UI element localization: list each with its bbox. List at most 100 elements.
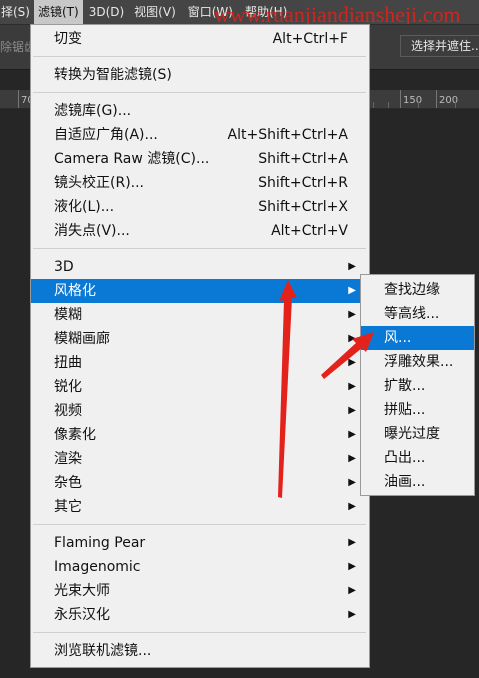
triangle-right-icon: ▶ [348, 477, 356, 488]
menu-item-blur[interactable]: 模糊 ▶ [31, 303, 369, 327]
menu-bar: 择(S) 滤镜(T) 3D(D) 视图(V) 窗口(W) 帮助(H) [0, 0, 479, 24]
menu-item-stylize[interactable]: 风格化 ▶ [31, 279, 369, 303]
triangle-right-icon: ▶ [348, 453, 356, 464]
menu-item-shortcut: Shift+Ctrl+A [258, 151, 348, 167]
submenu-item-label: 扩散... [384, 378, 426, 394]
menu-separator [33, 632, 366, 633]
triangle-right-icon: ▶ [348, 285, 356, 296]
ruler-tick [373, 102, 374, 108]
menu-item-label: 渲染 [54, 451, 82, 467]
menu-item-label: 切变 [54, 31, 82, 47]
menu-item-label: Imagenomic [54, 559, 141, 575]
submenu-item-tiles[interactable]: 拼贴... [361, 398, 474, 422]
menu-item-label: Flaming Pear [54, 535, 146, 551]
menu-item-label: 转换为智能滤镜(S) [54, 67, 172, 83]
menu-item-label: 滤镜库(G)... [54, 103, 132, 119]
menu-item-filter-gallery[interactable]: 滤镜库(G)... [31, 99, 369, 123]
triangle-right-icon: ▶ [348, 333, 356, 344]
submenu-item-label: 浮雕效果... [384, 354, 454, 370]
menu-item-shortcut: Alt+Ctrl+V [271, 223, 348, 239]
triangle-right-icon: ▶ [348, 309, 356, 320]
menu-help[interactable]: 帮助(H) [241, 0, 291, 24]
menu-item-yongle-localization[interactable]: 永乐汉化 ▶ [31, 603, 369, 627]
submenu-item-extrude[interactable]: 凸出... [361, 446, 474, 470]
ruler-tick [436, 90, 437, 108]
menu-item-label: 消失点(V)... [54, 223, 130, 239]
ruler-label: 150 [403, 95, 423, 106]
submenu-item-label: 曝光过度 [384, 426, 440, 442]
menu-item-label: 永乐汉化 [54, 607, 110, 623]
triangle-right-icon: ▶ [348, 585, 356, 596]
submenu-item-diffuse[interactable]: 扩散... [361, 374, 474, 398]
menu-item-shortcut: Shift+Ctrl+X [258, 199, 348, 215]
stylize-submenu: 查找边缘 等高线... 风... 浮雕效果... 扩散... 拼贴... 曝光过… [360, 274, 475, 496]
menu-item-video[interactable]: 视频 ▶ [31, 399, 369, 423]
triangle-right-icon: ▶ [348, 561, 356, 572]
menu-separator [33, 524, 366, 525]
menu-item-label: 3D [54, 259, 74, 275]
triangle-right-icon: ▶ [348, 405, 356, 416]
submenu-item-contour[interactable]: 等高线... [361, 302, 474, 326]
menu-item-light-master[interactable]: 光束大师 ▶ [31, 579, 369, 603]
ruler-tick [400, 90, 401, 108]
menu-item-shortcut: Alt+Ctrl+F [272, 31, 348, 47]
menu-item-browse-online-filters[interactable]: 浏览联机滤镜... [31, 639, 369, 663]
menu-item-distort[interactable]: 扭曲 ▶ [31, 351, 369, 375]
submenu-item-label: 拼贴... [384, 402, 426, 418]
submenu-item-label: 查找边缘 [384, 282, 440, 298]
menu-item-label: 锐化 [54, 379, 82, 395]
menu-item-label: 浏览联机滤镜... [54, 643, 152, 659]
ruler-tick [418, 102, 419, 108]
menu-item-adaptive-wide-angle[interactable]: 自适应广角(A)... Alt+Shift+Ctrl+A [31, 123, 369, 147]
menu-item-label: 扭曲 [54, 355, 82, 371]
menu-window[interactable]: 窗口(W) [184, 0, 237, 24]
menu-item-label: 光束大师 [54, 583, 110, 599]
submenu-item-emboss[interactable]: 浮雕效果... [361, 350, 474, 374]
triangle-right-icon: ▶ [348, 357, 356, 368]
triangle-right-icon: ▶ [348, 429, 356, 440]
menu-item-other[interactable]: 其它 ▶ [31, 495, 369, 519]
menu-item-3d[interactable]: 3D ▶ [31, 255, 369, 279]
submenu-item-label: 油画... [384, 474, 426, 490]
menu-item-noise[interactable]: 杂色 ▶ [31, 471, 369, 495]
menu-item-label: 杂色 [54, 475, 82, 491]
menu-filter[interactable]: 滤镜(T) [33, 0, 83, 24]
menu-item-blur-gallery[interactable]: 模糊画廊 ▶ [31, 327, 369, 351]
ruler-tick [388, 102, 389, 108]
menu-item-shortcut: Alt+Shift+Ctrl+A [227, 127, 348, 143]
menu-item-camera-raw[interactable]: Camera Raw 滤镜(C)... Shift+Ctrl+A [31, 147, 369, 171]
menu-item-liquify[interactable]: 液化(L)... Shift+Ctrl+X [31, 195, 369, 219]
menu-item-label: Camera Raw 滤镜(C)... [54, 151, 210, 167]
menu-item-lens-correction[interactable]: 镜头校正(R)... Shift+Ctrl+R [31, 171, 369, 195]
menu-item-sharpen[interactable]: 锐化 ▶ [31, 375, 369, 399]
menu-item-label: 其它 [54, 499, 82, 515]
menu-separator [33, 92, 366, 93]
menu-item-render[interactable]: 渲染 ▶ [31, 447, 369, 471]
filter-menu: 切变 Alt+Ctrl+F 转换为智能滤镜(S) 滤镜库(G)... 自适应广角… [30, 24, 370, 668]
triangle-right-icon: ▶ [348, 609, 356, 620]
menu-item-flaming-pear[interactable]: Flaming Pear ▶ [31, 531, 369, 555]
submenu-item-find-edges[interactable]: 查找边缘 [361, 278, 474, 302]
triangle-right-icon: ▶ [348, 381, 356, 392]
ruler-tick [455, 102, 456, 108]
menu-item-vanishing-point[interactable]: 消失点(V)... Alt+Ctrl+V [31, 219, 369, 243]
menu-item-shortcut: Shift+Ctrl+R [258, 175, 348, 191]
select-and-mask-button[interactable]: 选择并遮住... [400, 35, 479, 57]
menu-separator [33, 248, 366, 249]
menu-item-convert-smart-filter[interactable]: 转换为智能滤镜(S) [31, 63, 369, 87]
triangle-right-icon: ▶ [348, 261, 356, 272]
menu-separator [33, 56, 366, 57]
submenu-item-label: 风... [384, 330, 412, 346]
ruler-tick [18, 90, 19, 108]
submenu-item-oil-paint[interactable]: 油画... [361, 470, 474, 494]
submenu-item-wind[interactable]: 风... [361, 326, 474, 350]
menu-3d[interactable]: 3D(D) [85, 0, 128, 24]
menu-item-shear[interactable]: 切变 Alt+Ctrl+F [31, 27, 369, 51]
menu-item-pixelate[interactable]: 像素化 ▶ [31, 423, 369, 447]
menu-item-imagenomic[interactable]: Imagenomic ▶ [31, 555, 369, 579]
triangle-right-icon: ▶ [348, 537, 356, 548]
submenu-item-solarize[interactable]: 曝光过度 [361, 422, 474, 446]
menu-view[interactable]: 视图(V) [130, 0, 180, 24]
triangle-right-icon: ▶ [348, 501, 356, 512]
menu-select[interactable]: 择(S) [0, 0, 34, 24]
